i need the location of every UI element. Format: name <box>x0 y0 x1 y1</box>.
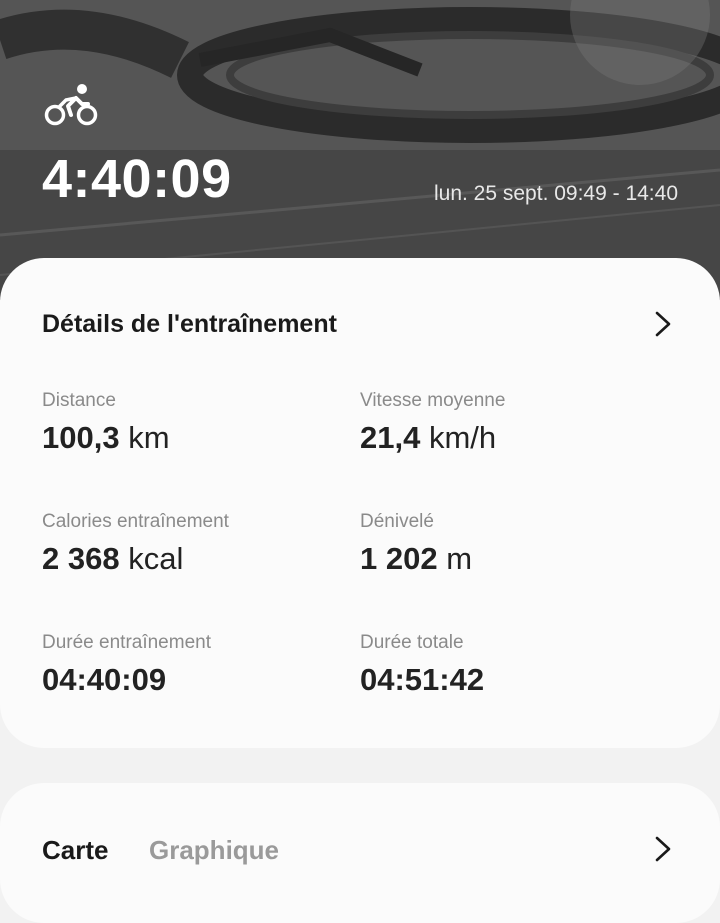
workout-details-card[interactable]: Détails de l'entraînement Distance 100,3… <box>0 258 720 748</box>
stat-label: Calories entraînement <box>42 511 229 532</box>
tab-graph[interactable]: Graphique <box>149 835 279 866</box>
stat-calories: Calories entraînement 2 368 kcal <box>42 511 229 577</box>
stat-value: 2 368 kcal <box>42 541 184 576</box>
details-title: Détails de l'entraînement <box>42 310 337 338</box>
stat-average-speed: Vitesse moyenne 21,4 km/h <box>360 390 505 456</box>
stat-value: 100,3 km <box>42 420 170 455</box>
stat-value: 1 202 m <box>360 541 473 576</box>
stat-workout-duration: Durée entraînement 04:40:09 <box>42 632 211 698</box>
stat-distance: Distance 100,3 km <box>42 390 170 456</box>
stat-label: Distance <box>42 390 116 411</box>
chevron-right-icon[interactable] <box>654 835 672 863</box>
workout-header: 4:40:09 lun. 25 sept. 09:49 - 14:40 <box>0 0 720 300</box>
stat-total-duration: Durée totale 04:51:42 <box>360 632 484 698</box>
chevron-right-icon[interactable] <box>654 310 672 338</box>
stat-value: 21,4 km/h <box>360 420 497 455</box>
stat-label: Dénivelé <box>360 511 434 532</box>
stat-value: 04:51:42 <box>360 662 485 697</box>
map-graph-card: Carte Graphique <box>0 783 720 923</box>
stat-value: 04:40:09 <box>42 662 167 697</box>
stat-label: Durée entraînement <box>42 632 211 653</box>
stat-label: Durée totale <box>360 632 464 653</box>
stat-label: Vitesse moyenne <box>360 390 506 411</box>
stat-elevation: Dénivelé 1 202 m <box>360 511 472 577</box>
elapsed-time: 4:40:09 <box>42 149 232 209</box>
workout-date-range: lun. 25 sept. 09:49 - 14:40 <box>433 182 678 205</box>
cycling-icon <box>44 84 98 126</box>
tab-map[interactable]: Carte <box>42 835 108 866</box>
